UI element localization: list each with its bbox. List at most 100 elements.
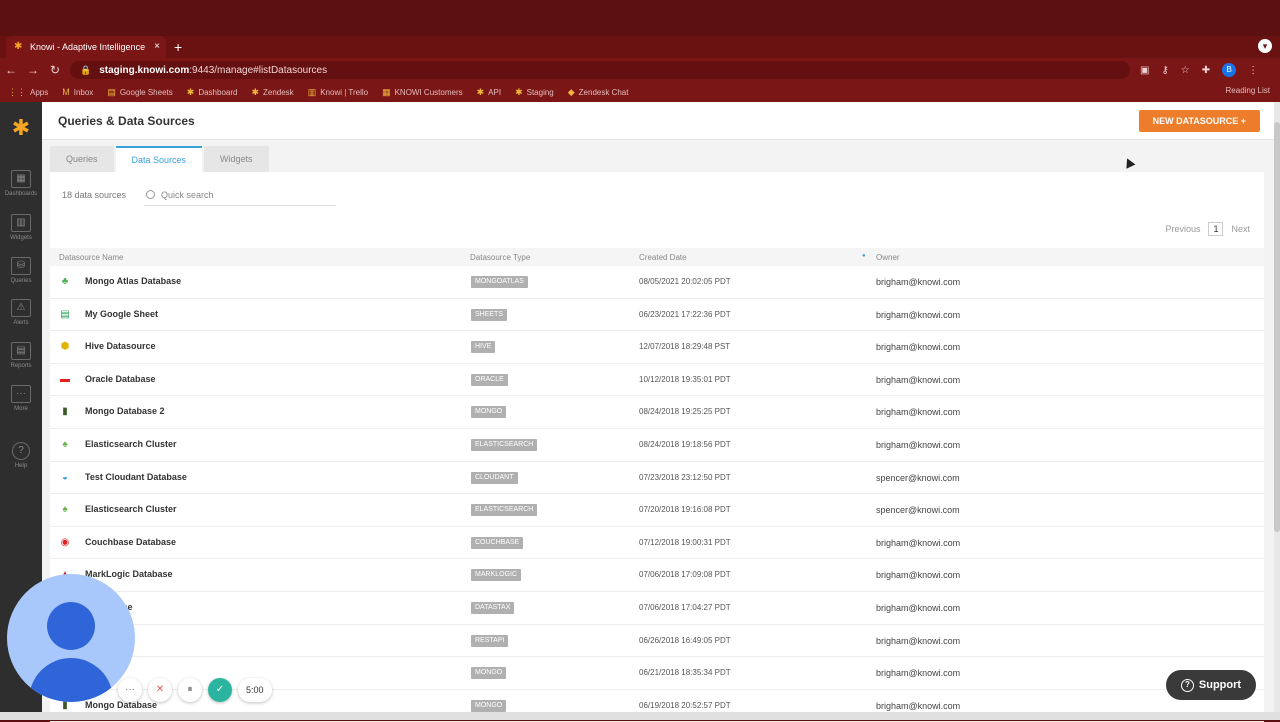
quick-search[interactable]: Quick search: [144, 184, 336, 206]
support-button[interactable]: ? Support: [1166, 670, 1256, 700]
datasource-type-badge: RESTAPI: [471, 634, 509, 647]
owner-email: spencer@knowi.com: [876, 472, 960, 483]
column-header-name[interactable]: Datasource Name: [59, 253, 123, 262]
key-icon[interactable]: ⚷: [1161, 65, 1168, 76]
new-datasource-button[interactable]: NEW DATASOURCE +: [1138, 110, 1260, 132]
recorder-pause-button[interactable]: ⏸: [178, 678, 202, 702]
tab-data-sources[interactable]: Data Sources: [115, 146, 203, 172]
bookmark-trello[interactable]: ▥ Knowi | Trello: [308, 87, 368, 98]
datasource-name[interactable]: Oracle Database: [85, 374, 156, 384]
sidebar-item-reports[interactable]: ▤ Reports: [0, 342, 42, 369]
table-row[interactable]: ▲MarkLogic DatabaseMARKLOGIC07/06/2018 1…: [50, 559, 1264, 592]
gmail-icon: M: [62, 87, 70, 97]
reload-icon[interactable]: ↻: [44, 63, 66, 77]
created-date: 06/19/2018 20:52:57 PDT: [639, 700, 731, 710]
datasource-type-badge: SHEETS: [471, 308, 508, 321]
pagination: Previous 1 Next: [1165, 222, 1250, 236]
reading-list[interactable]: Reading List: [1226, 86, 1270, 95]
sidebar-item-queries[interactable]: ⛁ Queries: [0, 257, 42, 284]
star-icon[interactable]: ☆: [1181, 65, 1190, 76]
new-tab-button[interactable]: +: [174, 39, 182, 55]
table-row[interactable]: ◒ Test Cloudant Database CLOUDANT 07/23/201…: [50, 462, 1264, 495]
bookmark-staging[interactable]: ✱ Staging: [515, 87, 554, 98]
recorder-finish-button[interactable]: ✓: [208, 678, 232, 702]
owner-email: brigham@knowi.com: [876, 537, 961, 548]
datasource-type-badge: DATASTAX: [471, 601, 515, 614]
datasource-type-badge: HIVE: [471, 341, 496, 354]
table-row[interactable]: ▬ Oracle Database ORACLE 10/12/2018 19:35:0…: [50, 364, 1264, 397]
forward-icon[interactable]: →: [22, 63, 44, 77]
recording-controls: ··· ✕ ⏸ ✓ 5:00: [118, 678, 272, 702]
table-row[interactable]: ⬢ Hive Datasource HIVE 12/07/2018 18:29:48 …: [50, 331, 1264, 364]
datasource-name[interactable]: Couchbase Database: [85, 537, 176, 547]
datasource-name[interactable]: Mongo Database 2: [85, 406, 165, 416]
datasource-name[interactable]: Test Cloudant Database: [85, 472, 187, 482]
tab-search-icon[interactable]: ▾: [1258, 39, 1272, 53]
page-number[interactable]: 1: [1208, 222, 1224, 236]
owner-email: brigham@knowi.com: [876, 668, 961, 679]
scroll-thumb[interactable]: [1274, 122, 1280, 532]
mongo-icon: ▮: [62, 406, 68, 418]
owner-email: brigham@knowi.com: [876, 635, 961, 646]
datasource-type-badge: ORACLE: [471, 373, 508, 386]
bookmark-zendesk-chat[interactable]: ◆ Zendesk Chat: [568, 87, 629, 98]
next-button[interactable]: Next: [1231, 224, 1250, 234]
sidebar-item-alerts[interactable]: ⚠ Alerts: [0, 299, 42, 326]
previous-button[interactable]: Previous: [1165, 224, 1200, 234]
created-date: 06/26/2018 16:49:05 PDT: [639, 635, 731, 645]
datasource-name[interactable]: Mongo Atlas Database: [85, 276, 181, 286]
profile-avatar[interactable]: B: [1222, 63, 1237, 77]
tab-queries[interactable]: Queries: [50, 146, 114, 172]
table-row[interactable]: ▮ Mongo Database 2 MONGO 08/24/2018 19:25:2…: [50, 396, 1264, 429]
menu-icon[interactable]: ⋮: [1248, 65, 1258, 76]
search-input[interactable]: Quick search: [161, 190, 214, 200]
datasource-type-badge: MONGOATLAS: [471, 276, 528, 288]
datasource-count: 18 data sources: [62, 190, 127, 200]
owner-email: brigham@knowi.com: [876, 602, 961, 613]
datasource-name[interactable]: MarkLogic Database: [85, 569, 173, 579]
sidebar-item-widgets[interactable]: ▥ Widgets: [0, 214, 42, 241]
column-header-type[interactable]: Datasource Type: [470, 253, 530, 262]
table-row[interactable]: ⚙PIRESTAPI06/26/2018 16:49:05 PDTbrigham…: [50, 625, 1264, 658]
table-row[interactable]: ♠ Elasticsearch Cluster ELASTICSEARCH 07/20…: [50, 494, 1264, 527]
table-row[interactable]: ▤ My Google Sheet SHEETS 06/23/2021 17:22:3…: [50, 299, 1264, 332]
tab-strip: ✱ Knowi - Adaptive Intelligence × + ▾: [0, 36, 1280, 58]
table-body: ♣ Mongo Atlas Database MONGOATLAS 08/05/202…: [50, 266, 1264, 722]
table-row[interactable]: ◉ Couchbase Database COUCHBASE 07/12/2018 1…: [50, 527, 1264, 560]
sidebar-item-dashboards[interactable]: ▦ Dashboards: [0, 170, 42, 197]
address-bar[interactable]: 🔒 staging.knowi.com:9443/manage#listData…: [70, 61, 1130, 79]
bookmark-zendesk[interactable]: ✱ Zendesk: [251, 87, 293, 98]
sidebar-item-help[interactable]: ? Help: [0, 442, 42, 469]
table-row[interactable]: ♣ Mongo Atlas Database MONGOATLAS 08/05/202…: [50, 266, 1264, 299]
column-header-owner[interactable]: Owner: [876, 253, 900, 262]
back-icon[interactable]: ←: [0, 63, 22, 77]
table-row[interactable]: ♠ Elasticsearch Cluster ELASTICSEARCH 08/24…: [50, 429, 1264, 462]
bookmark-dashboard[interactable]: ✱ Dashboard: [187, 87, 238, 98]
knowi-logo-icon[interactable]: ✱: [9, 116, 33, 140]
recorder-more-button[interactable]: ···: [118, 678, 142, 702]
knowi-icon: ✱: [515, 86, 523, 97]
extensions-icon[interactable]: ✚: [1202, 65, 1210, 76]
lock-icon: 🔒: [80, 64, 92, 75]
camera-blocked-icon[interactable]: ▣: [1140, 65, 1149, 76]
datasource-name[interactable]: Elasticsearch Cluster: [85, 504, 177, 514]
datasource-name[interactable]: Hive Datasource: [85, 341, 156, 351]
bookmark-google-sheets[interactable]: ▤ Google Sheets: [107, 87, 172, 98]
datasource-type-badge: MONGO: [471, 406, 507, 419]
horizontal-scrollbar[interactable]: [0, 712, 1280, 720]
bookmark-knowi-customers[interactable]: ▦ KNOWI Customers: [382, 87, 463, 98]
tab-widgets[interactable]: Widgets: [204, 146, 269, 172]
datasource-name[interactable]: My Google Sheet: [85, 309, 158, 319]
bookmark-apps[interactable]: ⋮⋮ Apps: [8, 87, 48, 98]
bookmark-api[interactable]: ✱ API: [477, 87, 501, 98]
recorder-cancel-button[interactable]: ✕: [148, 678, 172, 702]
bookmark-inbox[interactable]: M Inbox: [62, 87, 93, 97]
close-tab-icon[interactable]: ×: [154, 41, 160, 52]
browser-tab[interactable]: ✱ Knowi - Adaptive Intelligence ×: [6, 36, 166, 58]
column-header-created[interactable]: Created Date: [639, 253, 687, 262]
sidebar-item-more[interactable]: ··· More: [0, 385, 42, 412]
table-row[interactable]: ◆a DatabaseDATASTAX07/06/2018 17:04:27 P…: [50, 592, 1264, 625]
queries-icon: ⛁: [11, 257, 31, 275]
page-scrollbar[interactable]: [1274, 102, 1280, 720]
datasource-name[interactable]: Elasticsearch Cluster: [85, 439, 177, 449]
